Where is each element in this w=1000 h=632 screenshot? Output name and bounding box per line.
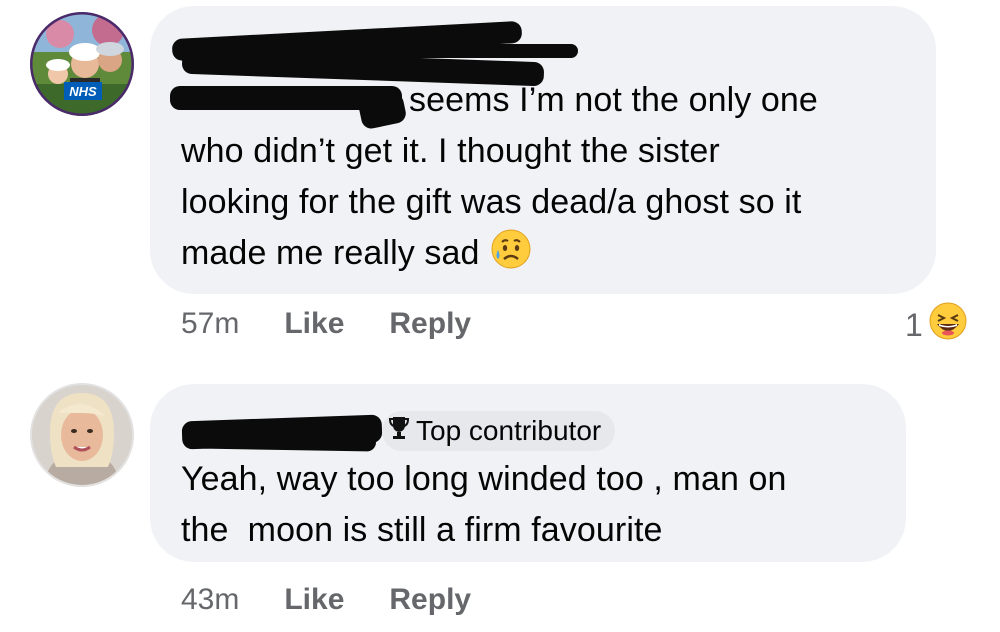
comment-text: Yeah, way too long winded too , man on t… (181, 454, 901, 556)
comment-actions: 57m Like Reply (181, 307, 471, 341)
grinning-squinting-face-icon (929, 302, 967, 348)
trophy-icon (388, 415, 410, 448)
comment-timestamp: 57m (181, 307, 240, 340)
top-contributor-badge[interactable]: Top contributor (382, 411, 616, 451)
comment-line: looking for the gift was dead/a ghost so… (181, 183, 802, 221)
nhs-badge: NHS (64, 82, 102, 100)
comment-line: the moon is still a firm favourite (181, 511, 663, 549)
comment-line: who didn’t get it. I thought the sister (181, 132, 720, 170)
comment-line: seems I’m not the only one (409, 81, 818, 119)
reaction-summary[interactable]: 1 (905, 302, 967, 348)
comment-actions: 43m Like Reply (181, 583, 471, 617)
reply-button[interactable]: Reply (389, 583, 471, 617)
comment-line: Yeah, way too long winded too , man on (181, 460, 787, 498)
sad-but-relieved-face-icon (490, 228, 532, 285)
reply-button[interactable]: Reply (389, 307, 471, 341)
avatar[interactable] (30, 383, 134, 487)
comment-timestamp: 43m (181, 583, 240, 616)
comment-text: seems I’m not the only one who didn’t ge… (181, 75, 921, 285)
avatar[interactable]: NHS (30, 12, 134, 116)
like-button[interactable]: Like (284, 583, 344, 617)
comment-line: made me really sad (181, 234, 480, 272)
like-button[interactable]: Like (284, 307, 344, 341)
svg-text:NHS: NHS (69, 84, 97, 99)
reaction-count: 1 (905, 306, 923, 343)
badge-label: Top contributor (416, 415, 602, 446)
